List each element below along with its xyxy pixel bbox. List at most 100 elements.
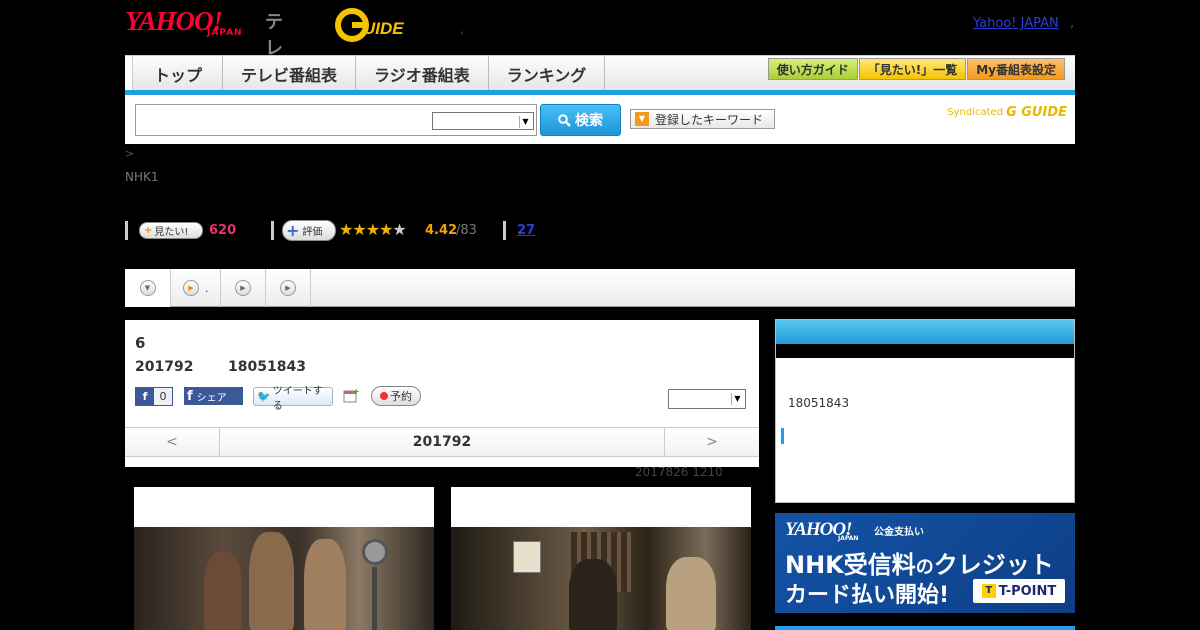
tab-ranking[interactable]: ランキング [489,56,606,91]
gguide-small-logo: G GUIDE [1006,105,1067,120]
review-count-link[interactable]: 27 [517,223,535,238]
sidebar-header [776,320,1074,344]
subnav-item-2[interactable]: ▶ . [171,269,221,307]
photo-caption-area [451,487,751,527]
tab-top[interactable]: トップ [134,56,224,91]
star-icon: ★ [379,220,393,239]
search-category-select[interactable]: ▼ [432,112,534,130]
pager-prev-button[interactable]: < [125,428,220,456]
star-icon: ★ [352,220,366,239]
usage-guide-button[interactable]: 使い方ガイド [767,58,858,80]
subnav-item-2-label: . [205,281,209,295]
nav-tabs: トップ テレビ番組表 ラジオ番組表 ランキング [134,56,606,91]
photo-caption-area [134,487,434,527]
program-subnav: ▼ ▶ . ▶ ▶ [125,269,1075,307]
tab-tv-guide[interactable]: テレビ番組表 [223,56,357,91]
plus-icon: + [286,221,300,240]
play-icon: ▶ [183,280,199,296]
ad-headline-1: NHK受信料のクレジット [785,545,1054,580]
chevron-down-icon: ▼ [731,393,743,405]
star-icon: ★ [339,220,353,239]
tab-radio-guide[interactable]: ラジオ番組表 [356,56,489,91]
rating-stars: ★★★★★ [339,220,407,239]
rating-count: /83 [456,223,477,238]
rate-button[interactable]: + 評価 [282,220,336,241]
person-figure [249,532,294,630]
pager-current-date: 201792 [412,434,472,450]
ad-headline-part: クレジット [933,551,1054,579]
saved-keywords-label: 登録したキーワード [655,112,764,127]
saved-keywords-button[interactable]: ▼ 登録したキーワード [630,109,775,129]
subnav-item-3[interactable]: ▶ [221,269,266,307]
svg-text:UIDE: UIDE [363,19,404,38]
pager-next-button[interactable]: > [664,428,759,456]
subnav-item-4[interactable]: ▶ [266,269,311,307]
record-icon [380,392,388,400]
nhk-fee-ad-banner[interactable]: YAHOO! JAPAN 公金支払い NHK受信料のクレジット カード払い開始!… [775,513,1075,613]
subnav-item-detail[interactable]: ▼ [125,269,171,307]
person-figure [666,557,716,630]
sidebar-time: 18051843 [788,396,850,410]
program-date: 201792 [135,359,194,375]
divider [271,221,274,240]
facebook-share-label: シェア [196,392,227,404]
facebook-share-button[interactable]: f シェア [184,387,243,405]
quick-links: 使い方ガイド 「見たい!」一覧 My番組表設定 [767,58,1065,80]
play-icon: ▶ [280,280,296,296]
nav-edge [125,56,133,91]
star-empty-icon: ★ [392,220,406,239]
syndicated-text: Syndicated [947,107,1004,118]
syndicated-badge: Syndicated G GUIDE [947,105,1067,120]
facebook-like-count: 0 [154,388,172,405]
reserve-button[interactable]: 予約 [371,386,421,406]
plus-icon: + [144,225,153,236]
mitai-label: 見たい! [154,227,189,238]
facebook-like-button[interactable]: f 0 [135,387,173,406]
my-guide-settings-button[interactable]: My番組表設定 [967,58,1065,80]
global-nav: トップ テレビ番組表 ラジオ番組表 ランキング 使い方ガイド 「見たい!」一覧 … [125,55,1075,91]
microphone-image [362,539,388,565]
star-icon: ★ [365,220,380,239]
mitai-button[interactable]: + 見たい! [139,222,203,239]
program-photo-1[interactable] [134,487,434,630]
facebook-icon: f [187,388,193,404]
program-image [451,527,751,630]
ad-headline-part: の [915,557,934,578]
sidebar-box: 18051843 [775,319,1075,503]
tweet-label: ツイートする [272,385,323,412]
ad-bottom-bar [775,626,1075,630]
header-dot: , [460,22,464,36]
search-button[interactable]: 検索 [540,104,621,136]
person-figure [204,552,242,630]
ad-japan-text: JAPAN [838,535,859,542]
social-buttons: f 0 f シェア 🐦 ツイートする + 予約 [135,386,435,412]
divider [125,221,128,240]
person-figure [304,539,346,630]
twitter-bird-icon: 🐦 [257,390,271,403]
program-info-panel: 6 201792 18051843 f 0 f シェア 🐦 ツイートする + 予… [125,320,759,467]
program-select[interactable]: ▼ [668,389,746,409]
breadcrumb[interactable]: > [125,147,134,160]
channel-name: NHK1 [125,170,159,184]
dropdown-arrow-icon: ▼ [635,112,649,126]
tweet-button[interactable]: 🐦 ツイートする [253,386,333,412]
program-time: 18051843 [228,359,306,375]
tpoint-label: T-POINT [998,583,1057,599]
calendar-add-icon[interactable]: + [343,387,359,403]
tpoint-icon: T [981,584,996,598]
divider [503,221,506,240]
program-photo-2[interactable] [451,487,751,630]
ad-headline-part: NHK受信料 [785,551,916,579]
gguide-logo: UIDE [335,8,404,42]
search-bar: ▼ 検索 ▼ 登録したキーワード Syndicated G GUIDE [125,95,1075,144]
play-icon: ▶ [235,280,251,296]
rating-value: 4.42 [425,223,458,238]
chevron-down-icon: ▼ [519,116,531,128]
reserve-label: 予約 [390,390,412,403]
mitai-list-button[interactable]: 「見たい!」一覧 [858,58,967,80]
facebook-icon: f [136,388,154,405]
yahoo-japan-link[interactable]: Yahoo! JAPAN [973,16,1059,31]
date-pager: < 201792 > [125,427,759,457]
program-image [134,527,434,630]
sign-image [513,541,541,573]
